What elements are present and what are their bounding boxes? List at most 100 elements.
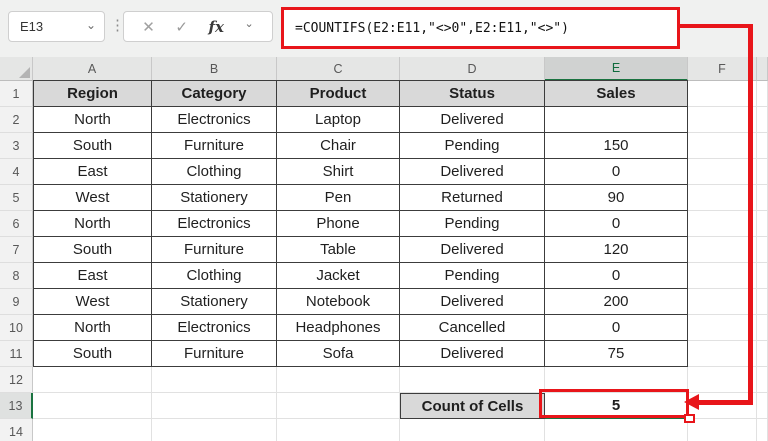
formula-input[interactable]: =COUNTIFS(E2:E11,"<>0",E2:E11,"<>") xyxy=(281,7,680,49)
cell-D2[interactable]: Delivered xyxy=(400,107,545,133)
cell-F1[interactable] xyxy=(688,81,757,107)
cell-B5[interactable]: Stationery xyxy=(152,185,277,211)
cell-G10[interactable] xyxy=(757,315,768,341)
cell-A3[interactable]: South xyxy=(33,133,152,159)
cell-B9[interactable]: Stationery xyxy=(152,289,277,315)
row-header-8[interactable]: 8 xyxy=(0,263,33,289)
cell-D5[interactable]: Returned xyxy=(400,185,545,211)
cell-B12[interactable] xyxy=(152,367,277,393)
cell-C14[interactable] xyxy=(277,419,400,441)
cell-G11[interactable] xyxy=(757,341,768,367)
cell-E5[interactable]: 90 xyxy=(545,185,688,211)
cell-D8[interactable]: Pending xyxy=(400,263,545,289)
cell-F7[interactable] xyxy=(688,237,757,263)
cancel-icon[interactable]: ✕ xyxy=(142,18,155,36)
cell-F4[interactable] xyxy=(688,159,757,185)
cell-C3[interactable]: Chair xyxy=(277,133,400,159)
column-header-B[interactable]: B xyxy=(152,57,277,81)
cell-E11[interactable]: 75 xyxy=(545,341,688,367)
cell-F10[interactable] xyxy=(688,315,757,341)
row-header-5[interactable]: 5 xyxy=(0,185,33,211)
cell-G12[interactable] xyxy=(757,367,768,393)
cell-C4[interactable]: Shirt xyxy=(277,159,400,185)
cell-D3[interactable]: Pending xyxy=(400,133,545,159)
cell-B8[interactable]: Clothing xyxy=(152,263,277,289)
row-header-9[interactable]: 9 xyxy=(0,289,33,315)
column-header-C[interactable]: C xyxy=(277,57,400,81)
cell-E2[interactable] xyxy=(545,107,688,133)
cell-G7[interactable] xyxy=(757,237,768,263)
cell-E4[interactable]: 0 xyxy=(545,159,688,185)
cell-B7[interactable]: Furniture xyxy=(152,237,277,263)
cell-A14[interactable] xyxy=(33,419,152,441)
cell-A10[interactable]: North xyxy=(33,315,152,341)
row-header-4[interactable]: 4 xyxy=(0,159,33,185)
row-header-12[interactable]: 12 xyxy=(0,367,33,393)
cell-D1[interactable]: Status xyxy=(400,80,545,107)
column-header-D[interactable]: D xyxy=(400,57,545,81)
cell-A8[interactable]: East xyxy=(33,263,152,289)
cell-D12[interactable] xyxy=(400,367,545,393)
cell-A7[interactable]: South xyxy=(33,237,152,263)
cell-A13[interactable] xyxy=(33,393,152,419)
cell-C1[interactable]: Product xyxy=(277,80,400,107)
chevron-down-icon[interactable]: ⌄ xyxy=(86,19,96,31)
cell-D9[interactable]: Delivered xyxy=(400,289,545,315)
cell-C12[interactable] xyxy=(277,367,400,393)
summary-label-cell[interactable]: Count of Cells xyxy=(400,393,545,419)
cell-E14[interactable] xyxy=(545,419,688,441)
cell-E10[interactable]: 0 xyxy=(545,315,688,341)
cell-C2[interactable]: Laptop xyxy=(277,107,400,133)
cell-A6[interactable]: North xyxy=(33,211,152,237)
cell-E7[interactable]: 120 xyxy=(545,237,688,263)
cell-A12[interactable] xyxy=(33,367,152,393)
select-all-corner[interactable] xyxy=(0,57,33,81)
cell-G14[interactable] xyxy=(757,419,768,441)
cell-C11[interactable]: Sofa xyxy=(277,341,400,367)
row-header-2[interactable]: 2 xyxy=(0,107,33,133)
cell-B1[interactable]: Category xyxy=(152,80,277,107)
row-header-3[interactable]: 3 xyxy=(0,133,33,159)
cell-C8[interactable]: Jacket xyxy=(277,263,400,289)
cell-A2[interactable]: North xyxy=(33,107,152,133)
cell-D10[interactable]: Cancelled xyxy=(400,315,545,341)
cell-G1[interactable] xyxy=(757,81,768,107)
cell-D6[interactable]: Pending xyxy=(400,211,545,237)
cell-E8[interactable]: 0 xyxy=(545,263,688,289)
cell-G4[interactable] xyxy=(757,159,768,185)
cell-B4[interactable]: Clothing xyxy=(152,159,277,185)
cell-A1[interactable]: Region xyxy=(33,80,152,107)
cell-B13[interactable] xyxy=(152,393,277,419)
row-header-11[interactable]: 11 xyxy=(0,341,33,367)
row-header-14[interactable]: 14 xyxy=(0,419,33,441)
cell-A11[interactable]: South xyxy=(33,341,152,367)
cell-F9[interactable] xyxy=(688,289,757,315)
cell-F14[interactable] xyxy=(688,419,757,441)
cell-F12[interactable] xyxy=(688,367,757,393)
column-header-F[interactable]: F xyxy=(688,57,757,81)
chevron-down-icon[interactable]: ⌄ xyxy=(244,19,253,30)
cell-C10[interactable]: Headphones xyxy=(277,315,400,341)
cell-C13[interactable] xyxy=(277,393,400,419)
cell-F8[interactable] xyxy=(688,263,757,289)
row-header-10[interactable]: 10 xyxy=(0,315,33,341)
cell-F3[interactable] xyxy=(688,133,757,159)
cell-D7[interactable]: Delivered xyxy=(400,237,545,263)
cell-B10[interactable]: Electronics xyxy=(152,315,277,341)
cell-B3[interactable]: Furniture xyxy=(152,133,277,159)
cell-D11[interactable]: Delivered xyxy=(400,341,545,367)
cell-G5[interactable] xyxy=(757,185,768,211)
cell-B2[interactable]: Electronics xyxy=(152,107,277,133)
column-header-A[interactable]: A xyxy=(33,57,152,81)
cell-E1[interactable]: Sales xyxy=(545,80,688,107)
cell-C7[interactable]: Table xyxy=(277,237,400,263)
cell-B11[interactable]: Furniture xyxy=(152,341,277,367)
cell-G13[interactable] xyxy=(757,393,768,419)
column-header-partial[interactable] xyxy=(757,57,768,81)
cell-B14[interactable] xyxy=(152,419,277,441)
cell-D14[interactable] xyxy=(400,419,545,441)
cell-C5[interactable]: Pen xyxy=(277,185,400,211)
row-header-7[interactable]: 7 xyxy=(0,237,33,263)
cell-G6[interactable] xyxy=(757,211,768,237)
cell-A5[interactable]: West xyxy=(33,185,152,211)
